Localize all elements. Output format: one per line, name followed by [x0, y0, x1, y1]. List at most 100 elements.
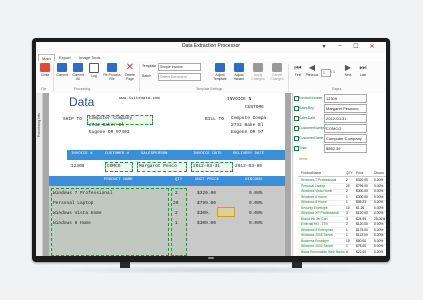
- delivery-date-value: 2012-03-09: [235, 164, 263, 169]
- commit-all-button[interactable]: Commit All: [71, 63, 85, 85]
- commit-all-label: Commit All: [72, 73, 84, 81]
- next-page-button[interactable]: ▶ Next: [341, 63, 355, 85]
- template-label: Template: [142, 64, 157, 68]
- grid-cell-qty: 2: [346, 189, 348, 193]
- page-number-input[interactable]: 1: [321, 69, 331, 77]
- processing-info-tab[interactable]: Processing Info: [36, 93, 43, 256]
- grid-cell-discount: 0.00%: [374, 249, 384, 254]
- adjust-variant-button[interactable]: Adjust Variant: [230, 63, 248, 85]
- cancel-changes-button[interactable]: Cancel Changes: [268, 63, 286, 85]
- grid-cell-product: Brand Ink Jet Cart: [301, 216, 328, 221]
- grid-cell-qty: 4: [346, 249, 348, 254]
- maximize-button[interactable]: ☐: [350, 43, 362, 50]
- reprocess-label: Re-Process File: [103, 73, 121, 81]
- grid-cell-discount: 0.00%: [374, 238, 384, 243]
- commit-button[interactable]: Commit: [55, 63, 69, 85]
- grid-row[interactable]: Blank Recordable Web Media 4 $22.00 0.00%: [298, 249, 386, 256]
- grid-cell-product: Windows 7 Professional: [301, 178, 337, 182]
- minimize-button[interactable]: –: [334, 43, 346, 49]
- adjust-template-icon: [215, 63, 225, 72]
- page-total: / 1: [331, 70, 335, 74]
- grid-cell-product: Security Envelope: [301, 205, 328, 210]
- previous-label: Previous: [305, 73, 319, 77]
- apply-changes-button[interactable]: Apply Changes: [249, 63, 267, 85]
- next-label: Next: [344, 73, 352, 77]
- save-icon: [57, 63, 67, 72]
- grid-cell-product: External HD - 1TB: [301, 222, 328, 226]
- first-page-button[interactable]: ⏮ First: [291, 63, 305, 85]
- grid-cell-product: Windows 8 Home: [301, 194, 327, 199]
- grid-cell-qty: 10: [346, 238, 350, 243]
- tab-export[interactable]: Export: [56, 54, 74, 61]
- website-text: www.1vitedata.com: [119, 97, 160, 101]
- field-label: CustomerName: [299, 136, 324, 140]
- group-divider: [288, 64, 289, 91]
- sales-date-field[interactable]: 2012-03-31: [324, 114, 367, 123]
- batch-select[interactable]: Select Document: [158, 73, 201, 81]
- col-discount: DISCOUN: [245, 178, 262, 182]
- grid-cell-product: Windows 8 Enterprise: [301, 227, 334, 232]
- monitor-brand-mark: [208, 257, 214, 259]
- log-button[interactable]: Log: [87, 63, 101, 85]
- grid-cell-product: Windows 8 Home: [301, 200, 327, 204]
- adjust-template-button[interactable]: Adjust Template: [211, 63, 229, 85]
- product-price: $300.00: [197, 221, 216, 226]
- previous-page-icon: ◀: [308, 63, 316, 72]
- bill-company: Compute Compa: [231, 116, 267, 121]
- grid-cell-qty: 10: [346, 205, 350, 210]
- last-page-button[interactable]: ⏭ Last: [356, 63, 370, 85]
- document-viewer[interactable]: Data www.1vitedata.com INVOICE N CUSTOME…: [43, 93, 291, 256]
- customer-no-value: COMCO: [107, 164, 121, 169]
- col-product-name: PRODUCT NAME: [104, 178, 133, 182]
- total-field[interactable]: $562.39: [324, 144, 367, 153]
- grid-cell-discount: 0.00%: [374, 244, 384, 248]
- grid-cell-discount: 0.00%: [374, 183, 384, 188]
- adjust-template-label: Adjust Template: [213, 73, 227, 81]
- invoice-number-field[interactable]: 12309: [324, 94, 367, 103]
- grid-cell-price: $24.99: [356, 216, 367, 221]
- ship-company: Computer Company: [89, 116, 133, 121]
- grid-cell-discount: 0.00%: [374, 200, 384, 204]
- grid-cell-product: Business Envelope: [301, 238, 330, 243]
- reprocess-button[interactable]: Re-Process File: [103, 63, 121, 85]
- grid-cell-price: $75.00: [356, 244, 367, 248]
- col-qty: QTY: [175, 178, 183, 182]
- product-name: Windows Vista Home: [53, 211, 102, 216]
- close-file-button[interactable]: Close: [38, 63, 52, 85]
- grid-cell-product: Personal Laptop: [301, 183, 326, 188]
- previous-page-button[interactable]: ◀ Previous: [305, 63, 319, 85]
- customer-name-field[interactable]: Computer Company: [324, 134, 367, 143]
- last-label: Last: [359, 73, 367, 77]
- close-window-button[interactable]: ✕: [366, 43, 378, 50]
- last-page-icon: ⏭: [359, 63, 367, 72]
- product-discount: 0.00%: [249, 191, 263, 196]
- grid-cell-discount: 0.00%: [374, 194, 384, 199]
- grid-cell-discount: 0.00%: [374, 222, 384, 226]
- field-label: SalesDate: [299, 116, 316, 120]
- grid-cell-product: Windows 2000 Server: [301, 244, 334, 248]
- ship-city: Eugene OR 97403: [89, 130, 130, 135]
- product-qty: 20: [173, 201, 179, 206]
- delete-page-button[interactable]: ✕ Delete Page: [123, 63, 137, 85]
- grid-cell-qty: 3: [346, 211, 348, 215]
- grid-cell-qty: 1: [346, 194, 348, 199]
- processing-info-label: Processing Info: [37, 113, 41, 138]
- chevron-down-icon[interactable]: ▾: [318, 43, 330, 50]
- grid-cell-price: $175.00: [356, 227, 368, 232]
- invoice-date-value: 2012-03-31: [193, 164, 221, 169]
- items-grid-header: ProductName QTY Price Discou: [298, 170, 386, 177]
- tab-image-tools[interactable]: Image Tools: [76, 54, 104, 61]
- template-select[interactable]: Simple Invoice: [158, 63, 201, 71]
- product-name: Windows 8 Home: [53, 221, 91, 226]
- col-invoice-no: INVOICE #: [71, 152, 93, 156]
- field-label: Total: [299, 146, 307, 150]
- sales-rep-field[interactable]: Margaret Pesocco: [324, 104, 367, 113]
- bill-to-label: BILL TO: [205, 117, 224, 122]
- col-invoice-date: INVOICE DATE: [193, 152, 222, 156]
- grid-cell-product: Windows Vista Home: [301, 189, 333, 193]
- customer-number-field[interactable]: COMCO: [324, 124, 367, 133]
- grid-cell-qty: 1: [346, 244, 348, 248]
- log-label: Log: [91, 74, 97, 78]
- group-label-pages: Pages: [332, 87, 342, 91]
- table-row: Windows Vista Home 2 $300. 0.00%: [49, 209, 285, 219]
